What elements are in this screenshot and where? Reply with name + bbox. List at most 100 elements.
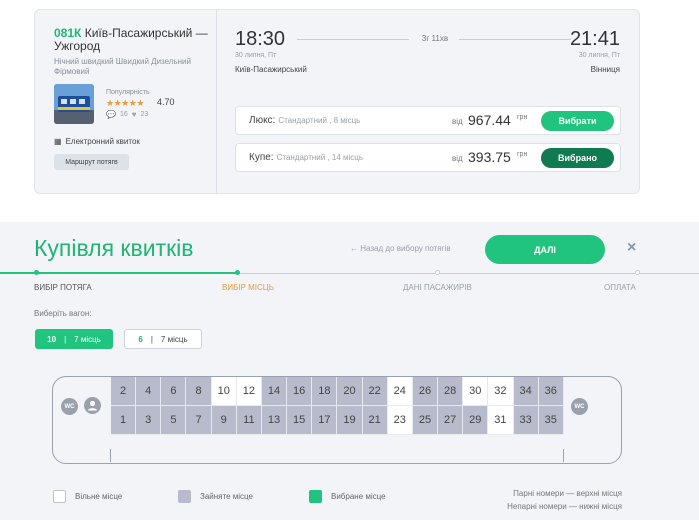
legend-free-label: Вільне місце (75, 492, 123, 501)
selected-coupe-button[interactable]: Вибрано (541, 148, 614, 168)
seat-20: 20 (337, 377, 363, 406)
trip-duration: 3г 11хв (421, 34, 449, 43)
seat-1: 1 (111, 406, 137, 435)
duration-line-left (297, 39, 409, 40)
seat-11: 11 (236, 406, 262, 435)
step-train[interactable]: ВИБІР ПОТЯГА (34, 283, 92, 292)
seat-14: 14 (261, 377, 288, 406)
qr-code-icon: ▦ (54, 137, 62, 146)
departure-time: 18:30 (235, 28, 286, 50)
star-icon: ★ (106, 98, 114, 108)
wagon-separator: | (150, 334, 153, 344)
seat-4: 4 (136, 377, 162, 406)
select-lux-button[interactable]: Вибрати (541, 111, 614, 131)
legend-occupied-label: Зайняте місце (200, 492, 253, 501)
price-from-label: від (452, 117, 463, 126)
close-icon[interactable]: × (627, 239, 636, 257)
seat-15: 15 (287, 406, 313, 435)
train-title: 081К Київ-Пасажирський — Ужгород (54, 27, 214, 53)
class-price: 393.75 (468, 149, 511, 165)
conductor-icon (84, 397, 101, 414)
departure-date: 30 липня, Пт (235, 52, 277, 59)
heart-icon: ♥ (131, 110, 137, 119)
currency-label: грн (517, 151, 528, 158)
seat-21: 21 (362, 406, 388, 435)
seat-26: 26 (412, 377, 439, 406)
back-to-trains-link[interactable]: ← Назад до вибору потягів (350, 244, 451, 253)
seat-17: 17 (312, 406, 338, 435)
seat-3: 3 (136, 406, 162, 435)
arrival-station: Вінниця (590, 65, 620, 74)
rating-value: 4.70 (157, 97, 175, 107)
star-icon: ★ (121, 98, 129, 108)
train-number: 081К (54, 26, 82, 40)
odd-seats-note: Непарні номери — нижні місця (507, 502, 622, 511)
arrival-date: 30 липня, Пт (578, 52, 620, 59)
eticket-text: Електронний квиток (65, 137, 140, 146)
class-name: Купе: Стандартний , 14 місць (249, 152, 363, 163)
even-seats-note: Парні номери — верхні місця (513, 489, 622, 498)
car-divider-right (563, 449, 564, 462)
stepper-track (237, 273, 699, 274)
class-price: 967.44 (468, 112, 511, 128)
seat-18: 18 (312, 377, 338, 406)
seat-13: 13 (261, 406, 288, 435)
class-availability: Стандартний , 14 місць (276, 153, 364, 162)
legend-selected: Вибране місце (309, 490, 386, 503)
car-divider-left (110, 449, 111, 462)
seat-31[interactable]: 31 (488, 406, 514, 435)
train-type: Нічний швидкий Швидкий Дизельний Фірмови… (54, 57, 191, 76)
seat-23[interactable]: 23 (387, 406, 413, 435)
next-button[interactable]: ДАЛІ (485, 235, 605, 264)
wc-icon: WC (61, 398, 78, 415)
wagon-tab-10[interactable]: 10 | 7 місць (35, 329, 113, 349)
seat-8: 8 (186, 377, 212, 406)
price-from-label: від (452, 154, 463, 163)
selected-seat-swatch (309, 490, 322, 503)
departure-station: Київ-Пасажирський (235, 65, 307, 74)
route-button[interactable]: Маршрут потягв (54, 154, 129, 170)
choose-wagon-label: Виберіть вагон: (34, 309, 92, 318)
wagon-tab-6[interactable]: 6 | 7 місць (124, 329, 202, 349)
comments-count: 16 (119, 111, 128, 118)
arrival-time: 21:41 (569, 28, 620, 50)
step-dot-train (34, 270, 39, 275)
seat-12[interactable]: 12 (236, 377, 262, 406)
wagon-separator: | (64, 334, 67, 344)
seat-34: 34 (513, 377, 539, 406)
class-title: Купе: (249, 152, 274, 163)
wagon-number: 6 (138, 334, 143, 344)
star-half-icon: ★ (136, 98, 144, 108)
seat-30[interactable]: 30 (463, 377, 489, 406)
seat-25: 25 (412, 406, 439, 435)
step-passengers: ДАНІ ПАСАЖИРІВ (403, 283, 472, 292)
wagon-places: 7 місць (160, 334, 188, 344)
eticket-label: ▦ Електронний квиток (54, 137, 140, 146)
train-photo (54, 84, 94, 124)
seat-24[interactable]: 24 (387, 377, 413, 406)
likes-count: 23 (140, 111, 149, 118)
wc-icon: WC (571, 398, 588, 415)
seat-32[interactable]: 32 (488, 377, 514, 406)
seat-grid: 2 4 6 8 10 12 14 16 18 20 22 24 26 28 30 32 34 36 1 3 5 7 9 11 1… (111, 377, 564, 435)
class-name: Люкс: Стандартний , 8 місць (249, 115, 360, 126)
legend-selected-label: Вибране місце (331, 492, 386, 501)
seat-7: 7 (186, 406, 212, 435)
legend-occupied: Зайняте місце (178, 490, 253, 503)
comment-icon: 💬 (106, 110, 116, 119)
step-payment: ОПЛАТА (604, 283, 636, 292)
seat-35: 35 (538, 406, 564, 435)
seat-6: 6 (161, 377, 187, 406)
seat-5: 5 (161, 406, 187, 435)
class-row-coupe: Купе: Стандартний , 14 місць від 393.75 г… (235, 143, 621, 172)
rating-stars: ★★★★★ (106, 98, 144, 109)
step-seats[interactable]: ВИБІР МІСЦЬ (222, 283, 274, 292)
purchase-panel (0, 222, 699, 520)
currency-label: грн (517, 114, 528, 121)
seat-9: 9 (211, 406, 237, 435)
wagon-number: 10 (47, 334, 57, 344)
seat-10[interactable]: 10 (211, 377, 237, 406)
step-dot-payment (635, 270, 640, 275)
class-title: Люкс: (249, 115, 276, 126)
seat-16: 16 (287, 377, 313, 406)
